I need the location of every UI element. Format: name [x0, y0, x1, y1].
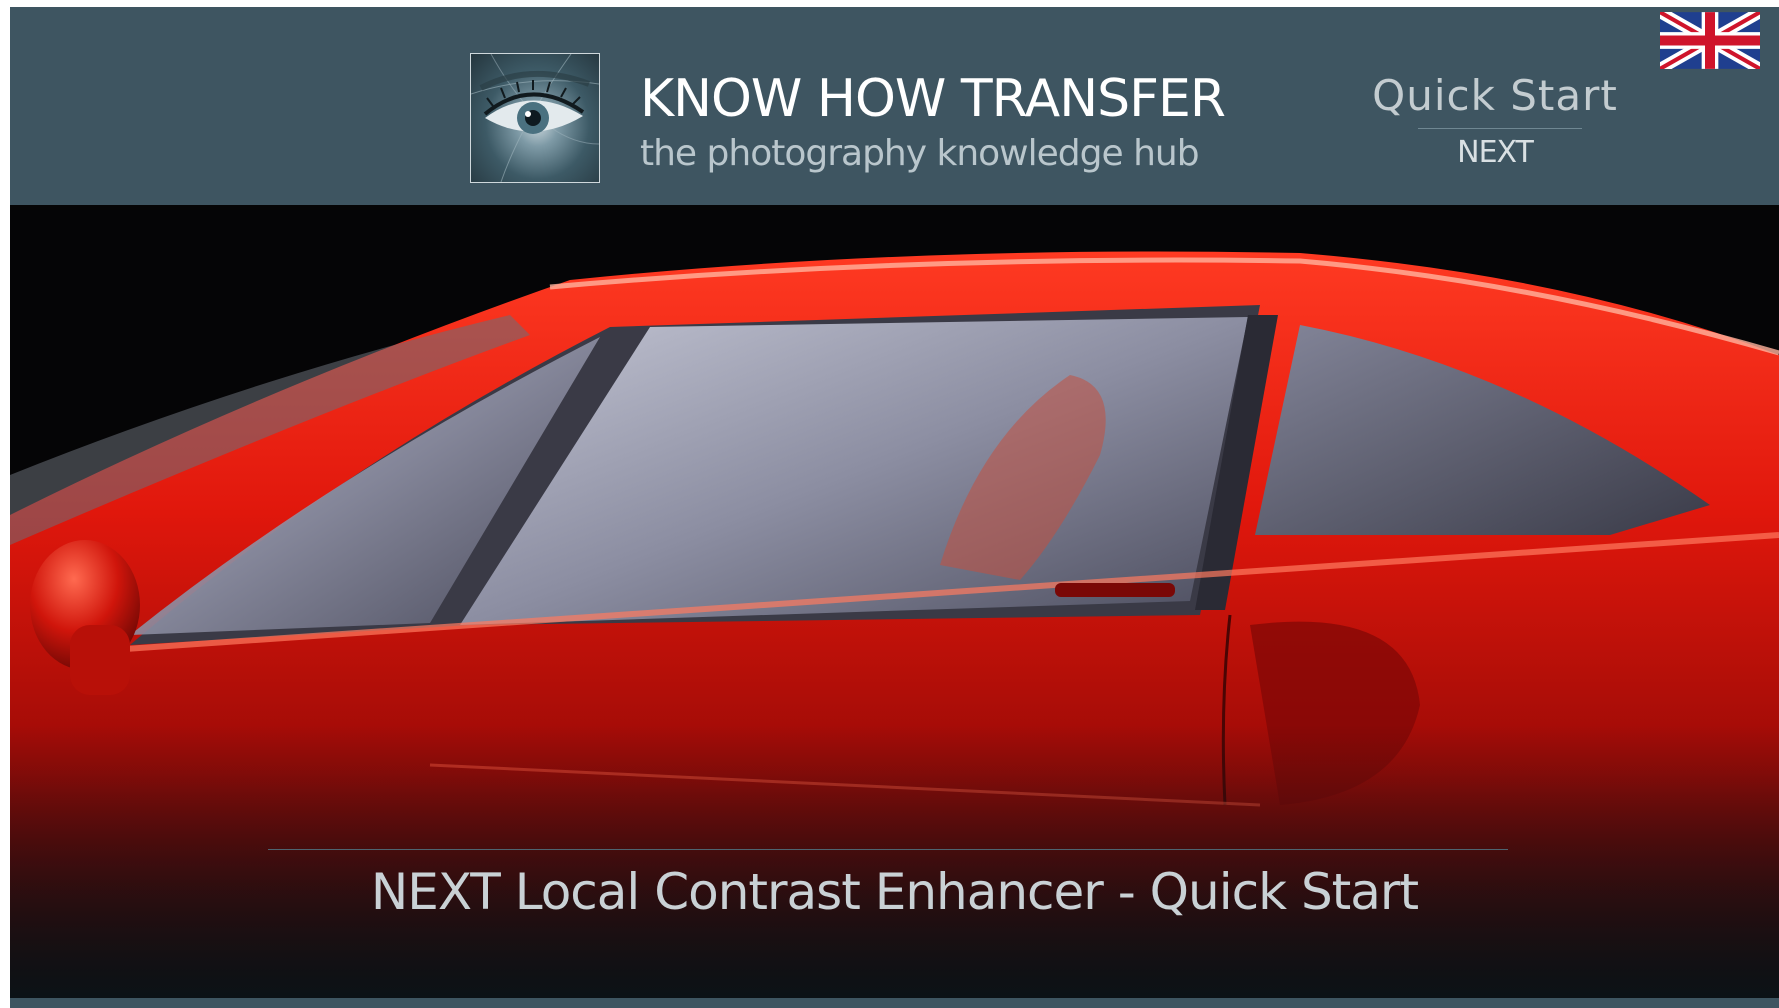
- next-link[interactable]: NEXT: [1370, 135, 1620, 170]
- footer-strip: [10, 998, 1779, 1008]
- uk-flag-icon[interactable]: [1657, 7, 1763, 74]
- header-bar: KNOW HOW TRANSFER the photography knowle…: [10, 7, 1779, 205]
- quick-start-divider: [1418, 128, 1582, 129]
- eye-logo-icon: [470, 53, 600, 183]
- slide-caption: NEXT Local Contrast Enhancer - Quick Sta…: [370, 863, 1419, 921]
- brand-title: KNOW HOW TRANSFER: [640, 69, 1226, 129]
- caption-divider: [268, 849, 1508, 850]
- quick-start-link[interactable]: Quick Start: [1370, 71, 1620, 120]
- slide-frame: KNOW HOW TRANSFER the photography knowle…: [10, 7, 1779, 1008]
- brand-subtitle: the photography knowledge hub: [640, 133, 1200, 174]
- hero-car-image: NEXT Local Contrast Enhancer - Quick Sta…: [10, 205, 1779, 998]
